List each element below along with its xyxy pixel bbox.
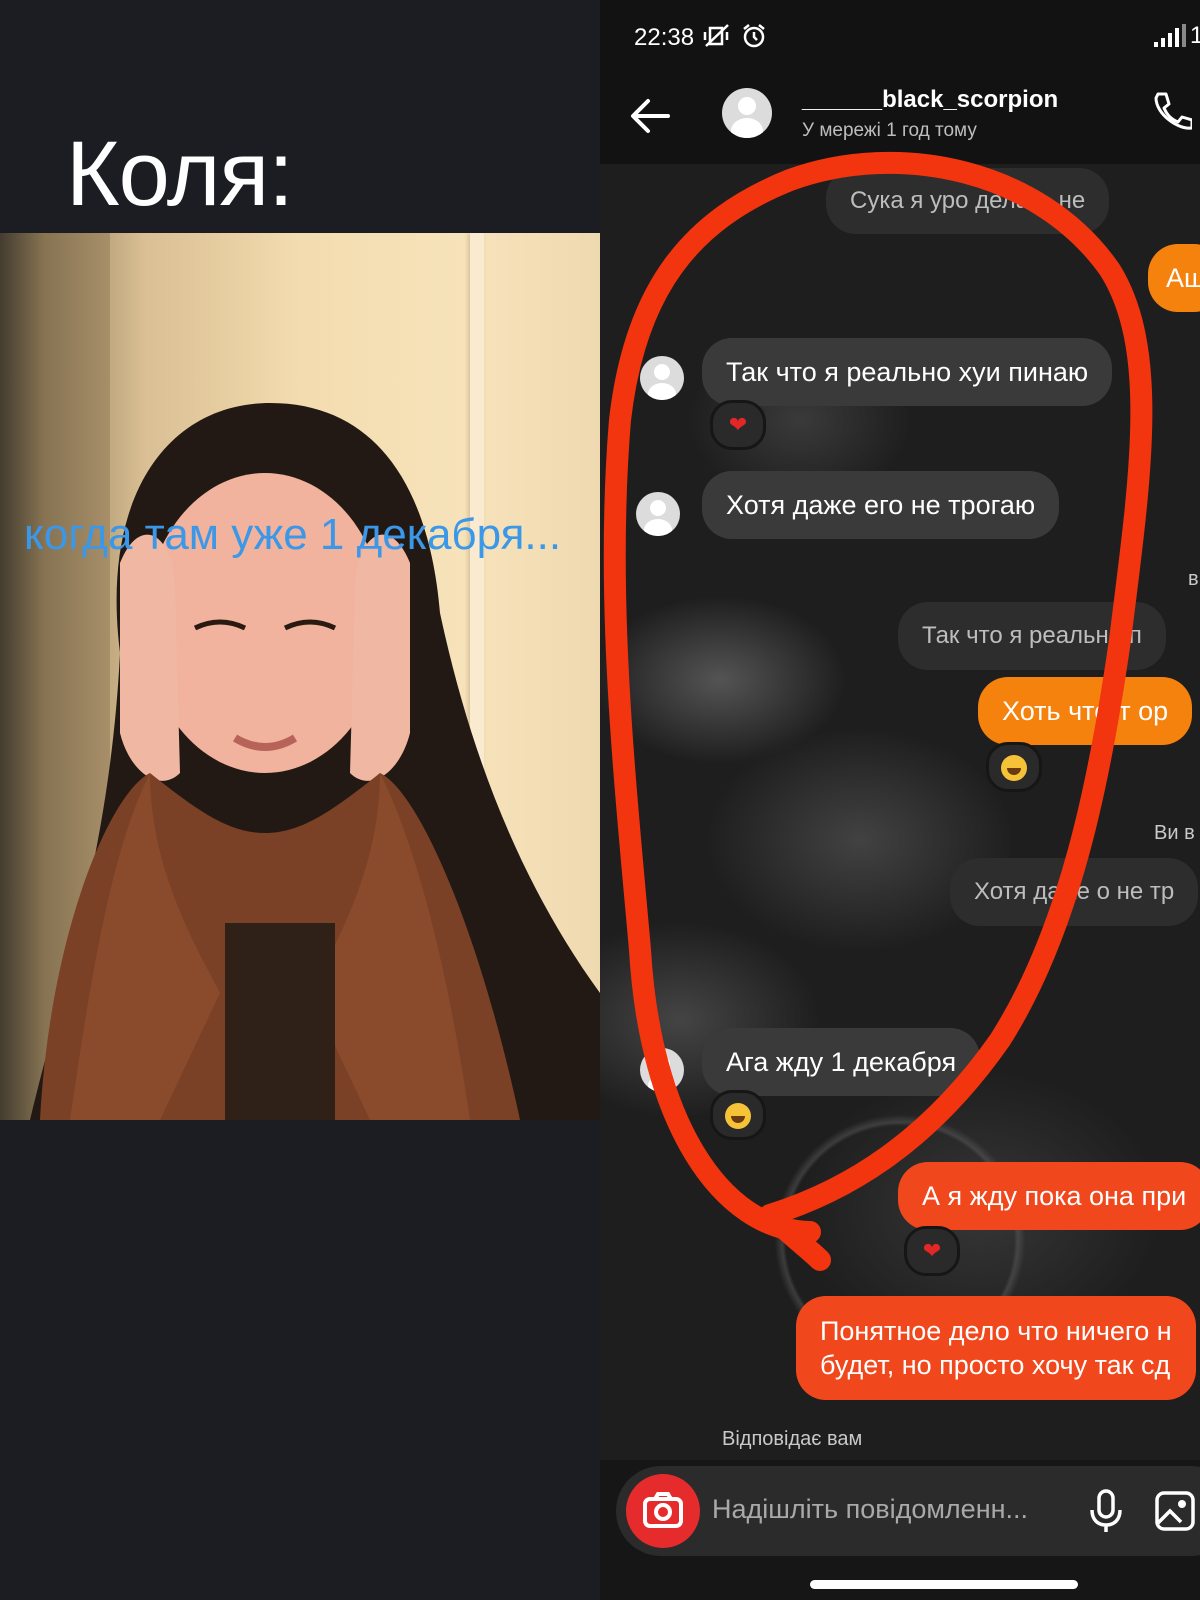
message-outgoing[interactable]: Хоть что-т ор bbox=[978, 677, 1193, 745]
sender-avatar bbox=[640, 1048, 684, 1092]
chat-header: ______black_scorpion У мережі 1 год тому bbox=[600, 80, 1200, 164]
message-quote-partial[interactable]: Сука я уро делать не bbox=[826, 168, 1110, 234]
meme-panel: Коля: когда там уже 1 декабря... bbox=[0, 0, 600, 1600]
camera-icon bbox=[643, 1492, 683, 1528]
heart-icon: ❤ bbox=[922, 1238, 942, 1263]
message-quote[interactable]: Так что я реально п bbox=[898, 602, 1166, 670]
message-quote[interactable]: Хотя даже о не тр bbox=[950, 858, 1199, 926]
message-line: Понятное дело что ничего н bbox=[820, 1316, 1172, 1346]
home-indicator bbox=[810, 1580, 1078, 1589]
message-incoming[interactable]: Ага жду 1 декабря bbox=[702, 1028, 981, 1096]
photo-person bbox=[30, 403, 600, 1120]
message-incoming[interactable]: Хотя даже его не трогаю bbox=[702, 471, 1060, 539]
message-input[interactable]: Надішліть повідомленн... bbox=[712, 1494, 1028, 1525]
heart-icon: ❤ bbox=[728, 412, 748, 437]
reaction-laugh[interactable] bbox=[986, 742, 1042, 792]
message-outgoing[interactable]: А я жду пока она при bbox=[898, 1162, 1200, 1230]
contact-username[interactable]: ______black_scorpion bbox=[802, 86, 1058, 114]
replying-indicator: Відповідає вам bbox=[722, 1428, 863, 1450]
meme-title: Коля: bbox=[66, 123, 294, 225]
meme-photo bbox=[0, 233, 600, 1120]
gallery-icon[interactable] bbox=[1154, 1490, 1196, 1532]
reaction-laugh[interactable] bbox=[710, 1090, 766, 1140]
reply-label: Ви в bbox=[1154, 822, 1195, 844]
message-incoming[interactable]: Так что я реально хуи пинаю bbox=[702, 338, 1113, 406]
message-outgoing-partial[interactable]: Аш bbox=[1148, 244, 1200, 312]
message-line: будет, но просто хочу так сд bbox=[820, 1350, 1171, 1380]
laugh-emoji-icon bbox=[725, 1103, 751, 1130]
laugh-emoji-icon bbox=[1001, 755, 1027, 782]
back-arrow-icon[interactable] bbox=[628, 94, 672, 138]
meme-caption: когда там уже 1 декабря... bbox=[24, 510, 562, 559]
alarm-icon bbox=[743, 24, 765, 48]
reply-label: в bbox=[1188, 568, 1199, 590]
vibrate-off-icon bbox=[703, 24, 729, 47]
message-outgoing-multiline[interactable]: Понятное дело что ничего н будет, но про… bbox=[796, 1296, 1196, 1400]
battery-digit: 1 bbox=[1190, 22, 1200, 49]
status-time: 22:38 bbox=[634, 24, 695, 51]
contact-avatar[interactable] bbox=[722, 88, 772, 138]
camera-button[interactable] bbox=[626, 1474, 700, 1548]
status-bar: 22:38 1 bbox=[600, 0, 1200, 80]
contact-presence: У мережі 1 год тому bbox=[802, 120, 977, 141]
signal-icon bbox=[1154, 24, 1186, 47]
sender-avatar bbox=[640, 356, 684, 400]
chat-screen: 22:38 1 ______black_scorpion У мережі 1 … bbox=[600, 0, 1200, 1600]
reaction-heart[interactable]: ❤ bbox=[904, 1226, 960, 1276]
sender-avatar bbox=[636, 492, 680, 536]
reaction-heart[interactable]: ❤ bbox=[710, 400, 766, 450]
call-icon[interactable] bbox=[1148, 90, 1192, 134]
compose-bar: Надішліть повідомленн... bbox=[616, 1466, 1200, 1556]
microphone-icon[interactable] bbox=[1086, 1488, 1126, 1534]
